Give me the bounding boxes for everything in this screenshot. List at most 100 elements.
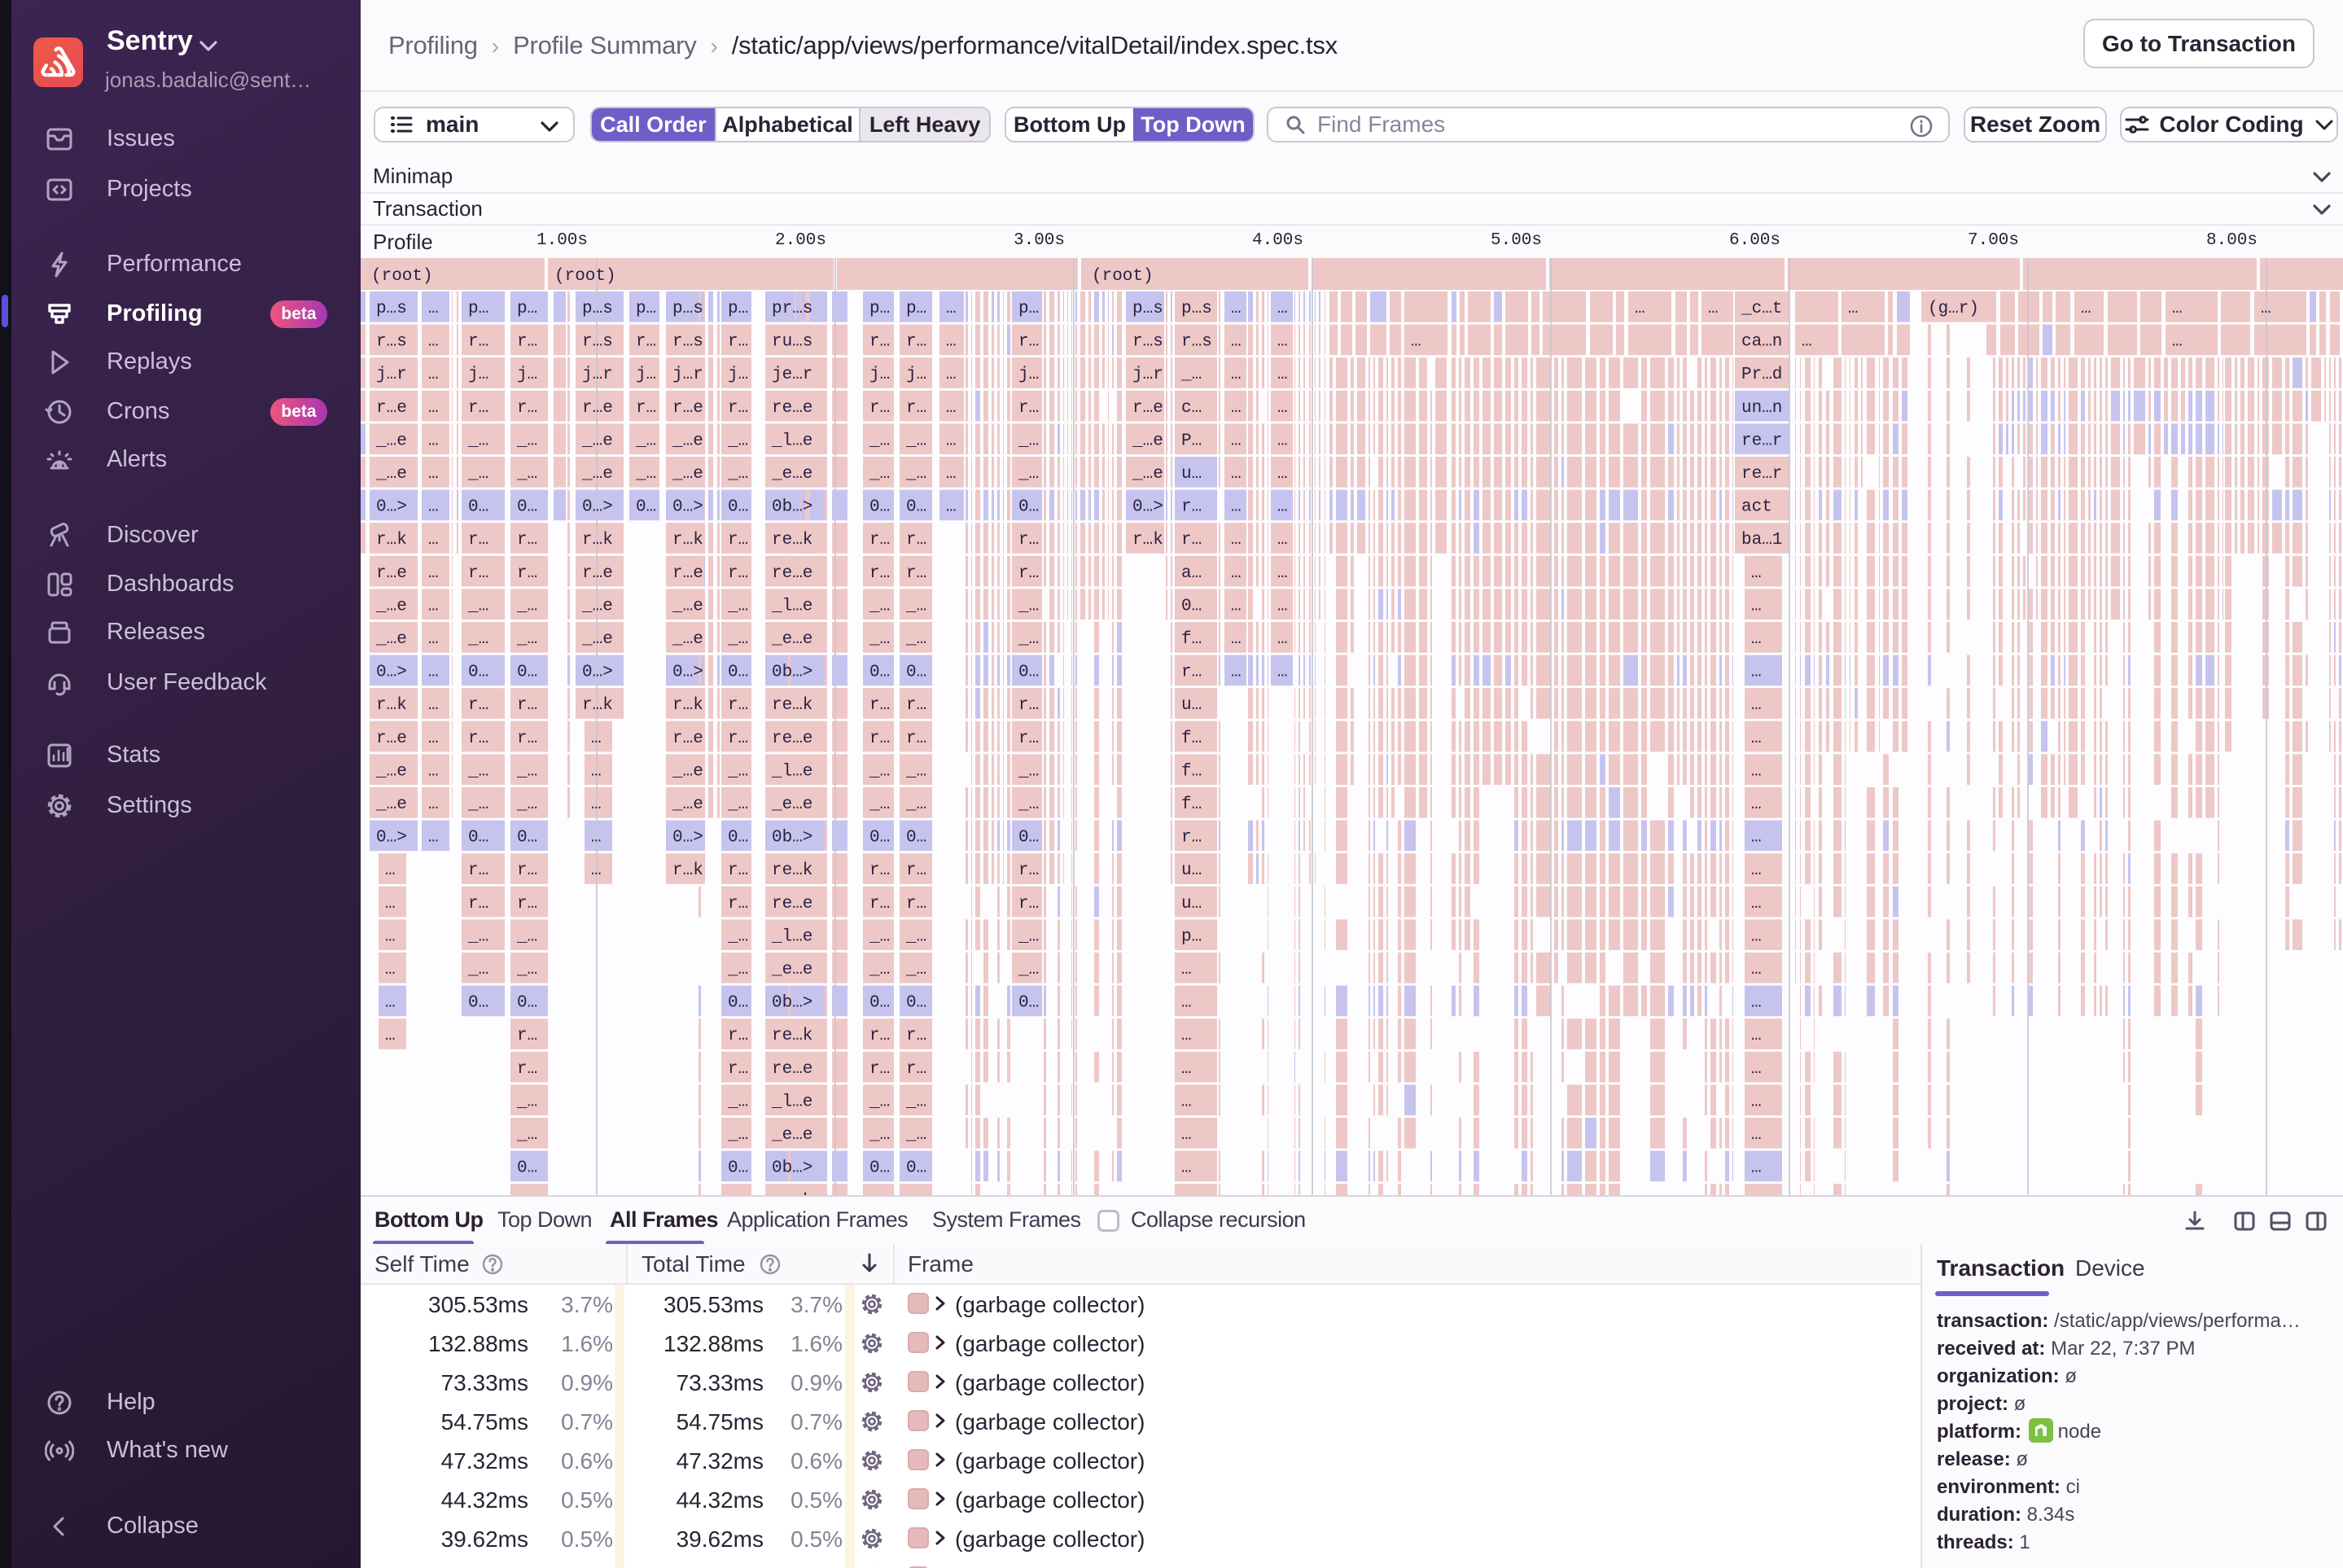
svg-text:re…k: re…k xyxy=(772,531,812,550)
svg-text:r…: r… xyxy=(906,564,926,583)
svg-text:p…: p… xyxy=(869,300,890,318)
svg-text:…: … xyxy=(946,333,957,352)
svg-text:…: … xyxy=(1231,597,1242,615)
svg-text:0…: 0… xyxy=(1018,498,1039,517)
svg-text:f…: f… xyxy=(1181,630,1202,649)
svg-text:_…: _… xyxy=(1018,762,1039,781)
svg-text:_…e: _…e xyxy=(375,762,407,781)
svg-text:0…: 0… xyxy=(906,829,926,848)
svg-text:…: … xyxy=(1181,1093,1192,1111)
svg-text:act: act xyxy=(1741,498,1772,517)
svg-text:…: … xyxy=(1277,333,1288,352)
svg-text:_…: _… xyxy=(727,431,748,450)
svg-text:0…: 0… xyxy=(517,994,537,1013)
svg-text:r…: r… xyxy=(517,1060,537,1079)
svg-text:…: … xyxy=(1411,333,1421,352)
svg-text:…: … xyxy=(1751,861,1762,880)
svg-text:r…e: r…e xyxy=(376,729,407,748)
svg-text:_…: _… xyxy=(905,431,926,450)
svg-text:…: … xyxy=(428,729,439,748)
svg-text:_…: _… xyxy=(516,431,537,450)
svg-text:(root): (root) xyxy=(371,267,433,286)
svg-text:0…: 0… xyxy=(906,498,926,517)
svg-text:f…: f… xyxy=(1181,729,1202,748)
svg-text:_…e: _…e xyxy=(672,597,703,615)
svg-text:re…e: re…e xyxy=(772,399,812,418)
svg-text:0…: 0… xyxy=(728,829,748,848)
svg-text:r…s: r…s xyxy=(1132,333,1163,352)
svg-text:_…: _… xyxy=(516,1093,537,1111)
svg-text:0…: 0… xyxy=(517,498,537,517)
svg-text:…: … xyxy=(1751,696,1762,715)
svg-text:f…: f… xyxy=(1181,795,1202,814)
svg-text:…: … xyxy=(385,961,396,979)
svg-text:_…e: _…e xyxy=(375,795,407,814)
svg-text:…: … xyxy=(1751,597,1762,615)
svg-text:0…: 0… xyxy=(1018,829,1039,848)
svg-text:…: … xyxy=(428,630,439,649)
svg-text:0…>: 0…> xyxy=(672,664,703,682)
svg-text:u…: u… xyxy=(1181,465,1202,484)
svg-text:_…: _… xyxy=(467,431,488,450)
svg-text:…: … xyxy=(428,829,439,848)
svg-text:Pr…d: Pr…d xyxy=(1741,366,1782,384)
svg-text:…: … xyxy=(1751,1126,1762,1145)
svg-text:r…k: r…k xyxy=(1132,531,1163,550)
svg-text:r…k: r…k xyxy=(672,531,703,550)
svg-text:…: … xyxy=(1751,762,1762,781)
svg-text:r…e: r…e xyxy=(1132,399,1163,418)
svg-text:re…k: re…k xyxy=(772,861,812,880)
svg-text:r…e: r…e xyxy=(582,399,613,418)
svg-text:_…e: _…e xyxy=(581,630,613,649)
svg-text:r…: r… xyxy=(1018,861,1039,880)
svg-text:…: … xyxy=(1751,1159,1762,1178)
svg-text:…: … xyxy=(1277,564,1288,583)
svg-text:u…: u… xyxy=(1181,895,1202,913)
svg-text:r…e: r…e xyxy=(582,564,613,583)
svg-text:_e…e: _e…e xyxy=(771,465,812,484)
svg-text:j…r: j…r xyxy=(1132,366,1163,384)
svg-text:r…: r… xyxy=(517,729,537,748)
svg-text:r…k: r…k xyxy=(672,696,703,715)
svg-text:0…: 0… xyxy=(517,829,537,848)
svg-text:…: … xyxy=(385,994,396,1013)
svg-text:…: … xyxy=(946,498,957,517)
svg-text:r…: r… xyxy=(728,861,748,880)
svg-text:_c…t: _c…t xyxy=(1741,300,1782,318)
svg-text:r…e: r…e xyxy=(672,564,703,583)
svg-text:…: … xyxy=(1751,927,1762,946)
svg-text:0…: 0… xyxy=(517,1159,537,1178)
svg-text:j…: j… xyxy=(906,366,926,384)
svg-text:_…: _… xyxy=(516,465,537,484)
svg-text:r…: r… xyxy=(517,895,537,913)
svg-text:_…e: _…e xyxy=(581,465,613,484)
svg-text:_…e: _…e xyxy=(672,762,703,781)
svg-text:_…: _… xyxy=(727,630,748,649)
svg-text:…: … xyxy=(1231,300,1242,318)
svg-text:…: … xyxy=(946,431,957,450)
svg-text:_…: _… xyxy=(516,795,537,814)
svg-text:…: … xyxy=(1231,630,1242,649)
svg-text:…: … xyxy=(1231,399,1242,418)
svg-text:r…: r… xyxy=(906,1060,926,1079)
svg-text:_…: _… xyxy=(727,1093,748,1111)
svg-text:r…: r… xyxy=(1181,664,1202,682)
svg-text:r…: r… xyxy=(906,895,926,913)
svg-text:p…: p… xyxy=(1018,300,1039,318)
svg-text:r…: r… xyxy=(468,729,488,748)
svg-text:_…: _… xyxy=(905,465,926,484)
svg-text:u…: u… xyxy=(1181,696,1202,715)
svg-text:_…: _… xyxy=(1180,366,1202,384)
svg-text:0…: 0… xyxy=(728,498,748,517)
svg-text:0b…>: 0b…> xyxy=(772,994,812,1013)
svg-text:_…: _… xyxy=(905,1126,926,1145)
svg-text:r…: r… xyxy=(1181,531,1202,550)
svg-text:…: … xyxy=(1277,531,1288,550)
svg-text:_…e: _…e xyxy=(375,630,407,649)
svg-text:je…r: je…r xyxy=(772,366,812,384)
svg-text:…: … xyxy=(385,1027,396,1045)
svg-text:…: … xyxy=(385,861,396,880)
svg-text:…: … xyxy=(1277,366,1288,384)
svg-text:0…: 0… xyxy=(636,498,656,517)
svg-text:_…: _… xyxy=(516,597,537,615)
